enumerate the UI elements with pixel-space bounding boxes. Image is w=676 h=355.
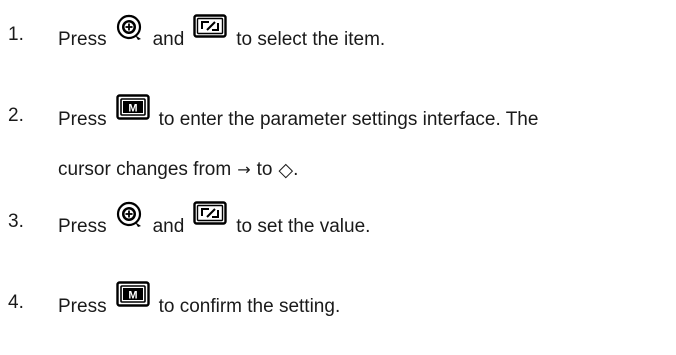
press-text: Press bbox=[58, 29, 107, 51]
document-page: { "steps": [ { "number": "1.", "press": … bbox=[0, 0, 676, 355]
step-number: 1. bbox=[8, 24, 24, 45]
and-text: and bbox=[152, 29, 185, 51]
menu-key-letter: M bbox=[128, 103, 137, 115]
knob-icon bbox=[116, 14, 144, 50]
step-text: Press M to confirm the setting. bbox=[58, 281, 341, 324]
instruction-text: to enter the parameter settings interfac… bbox=[158, 109, 539, 131]
step-text: Press M to enter the parameter settings … bbox=[58, 94, 539, 137]
to-text: to bbox=[256, 159, 273, 181]
step-number: 4. bbox=[8, 292, 24, 313]
instruction-text: to confirm the setting. bbox=[158, 296, 341, 318]
menu-key-letter: M bbox=[128, 290, 137, 302]
menu-m-icon: M bbox=[115, 94, 150, 128]
press-text: Press bbox=[58, 216, 107, 238]
back-icon bbox=[193, 201, 227, 233]
press-text: Press bbox=[58, 296, 107, 318]
instruction-text: to set the value. bbox=[236, 216, 371, 238]
step-text: Press and to set the value. bbox=[58, 201, 371, 245]
and-text: and bbox=[152, 216, 185, 238]
arrow-icon: → bbox=[237, 160, 251, 179]
step-number: 3. bbox=[8, 211, 24, 232]
press-text: Press bbox=[58, 109, 107, 131]
instruction-text: to select the item. bbox=[236, 29, 386, 51]
step-text-line-2: cursor changes from → to ◇. bbox=[58, 157, 298, 183]
knob-icon bbox=[116, 201, 144, 237]
back-icon bbox=[193, 14, 227, 46]
period-text: . bbox=[293, 159, 299, 181]
step-number: 2. bbox=[8, 105, 24, 126]
menu-m-icon: M bbox=[115, 281, 150, 315]
step-text: Press and to select the item. bbox=[58, 14, 386, 58]
diamond-icon: ◇ bbox=[278, 159, 294, 181]
cursor-change-text: cursor changes from bbox=[58, 159, 232, 181]
